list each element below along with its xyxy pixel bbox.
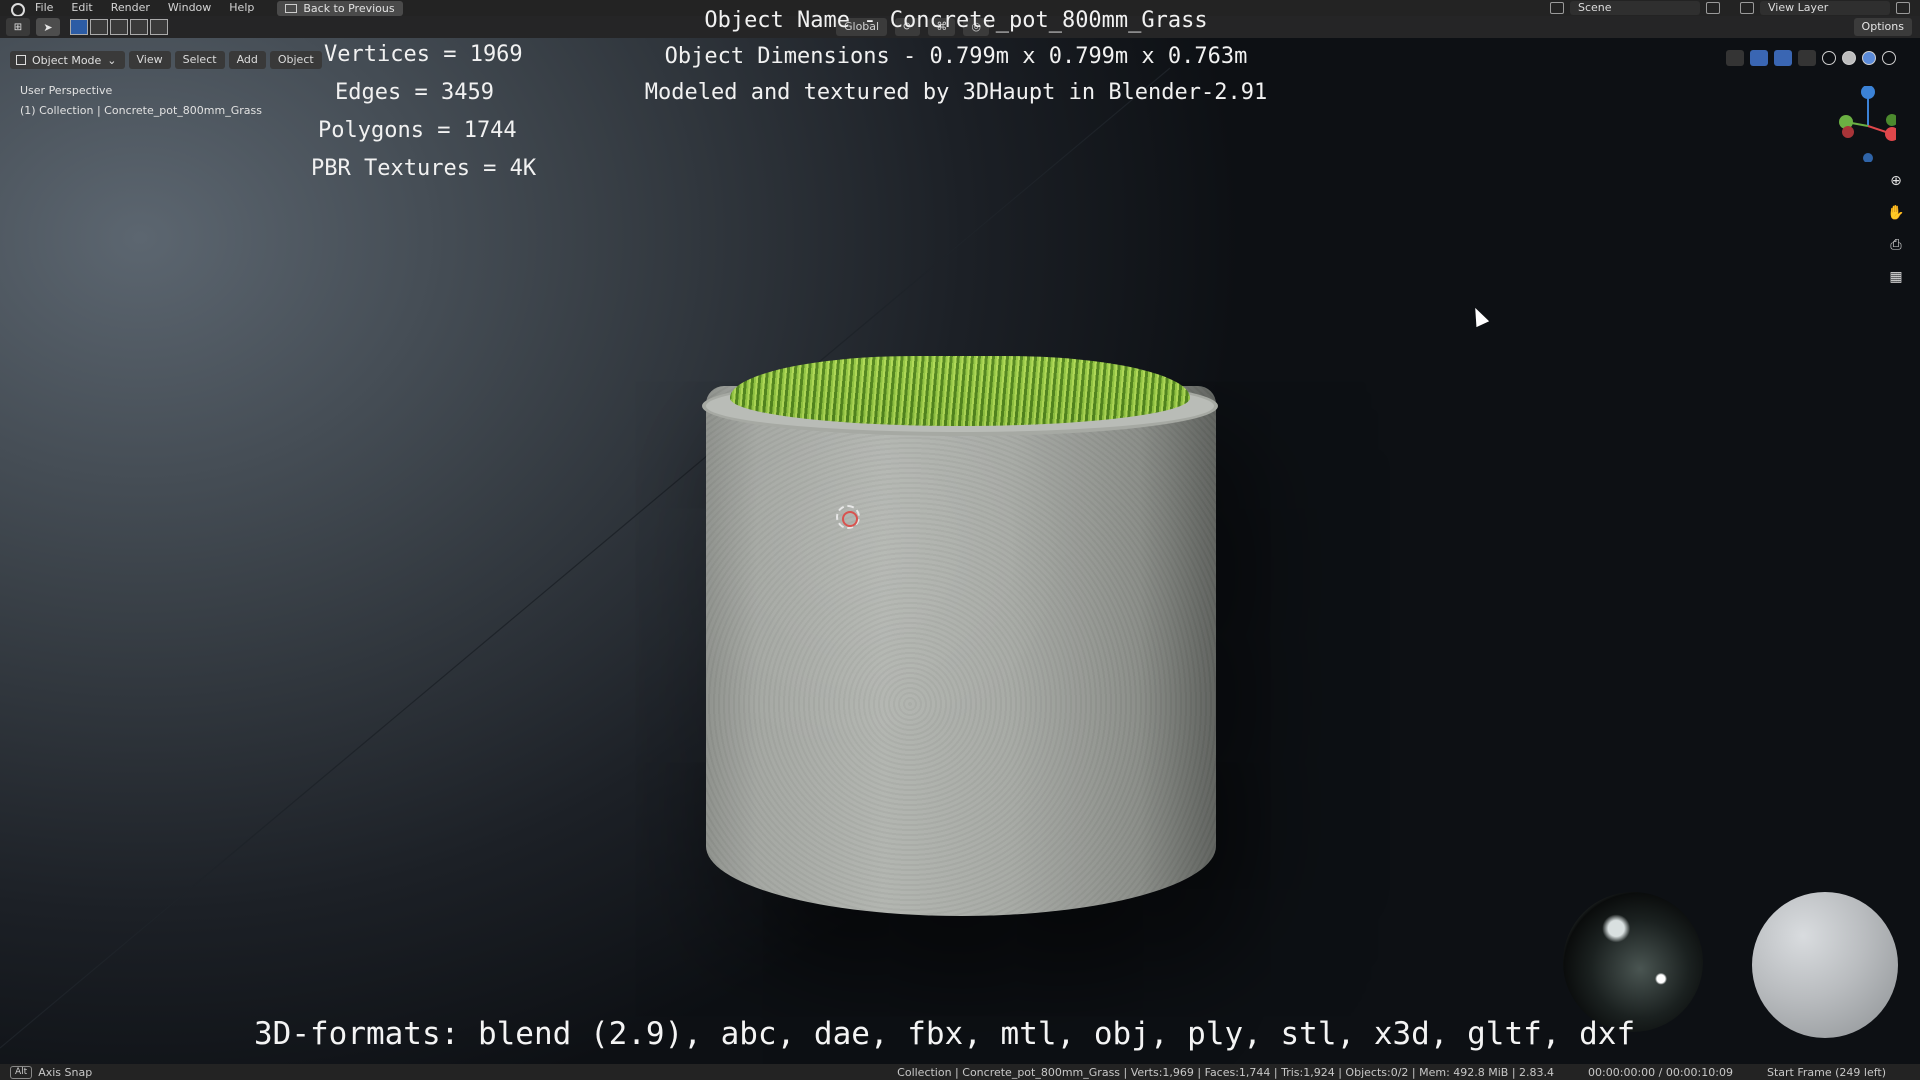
view-perspective-label: User Perspective bbox=[20, 84, 113, 97]
stat-vertices: Vertices = 1969 bbox=[324, 42, 523, 67]
view-layer-icon[interactable] bbox=[1740, 2, 1754, 14]
credits-text: Modeled and textured by 3DHaupt in Blend… bbox=[644, 80, 1268, 105]
chevron-down-icon: ⌄ bbox=[107, 53, 117, 67]
stat-polygons: Polygons = 1744 bbox=[318, 118, 517, 143]
menu-window[interactable]: Window bbox=[159, 0, 220, 16]
cursor-arrow-icon: ➤ bbox=[43, 20, 53, 34]
export-formats-text: 3D-formats: blend (2.9), abc, dae, fbx, … bbox=[254, 1016, 1636, 1052]
grass-patch bbox=[730, 356, 1190, 426]
3d-cursor-icon[interactable] bbox=[836, 505, 860, 529]
menu-add[interactable]: Add bbox=[228, 51, 266, 69]
axis-gizmo-icon bbox=[1839, 85, 1899, 163]
concrete-pot-object[interactable] bbox=[700, 348, 1220, 928]
perspective-toggle-icon[interactable]: ▦ bbox=[1884, 266, 1908, 288]
viewport-overlay-controls bbox=[1726, 50, 1896, 66]
navigation-gizmo[interactable] bbox=[1836, 85, 1899, 163]
stat-textures: PBR Textures = 4K bbox=[311, 156, 537, 181]
select-invert-icon[interactable] bbox=[130, 19, 148, 35]
menu-render[interactable]: Render bbox=[102, 0, 159, 16]
menu-help[interactable]: Help bbox=[220, 0, 263, 16]
solid-shading-icon[interactable] bbox=[1842, 51, 1856, 65]
menu-object[interactable]: Object bbox=[269, 51, 322, 69]
gizmo-toggle-icon[interactable] bbox=[1750, 50, 1768, 66]
new-scene-icon[interactable] bbox=[1706, 2, 1720, 14]
select-new-icon[interactable] bbox=[70, 19, 88, 35]
wireframe-shading-icon[interactable] bbox=[1822, 51, 1836, 65]
active-collection-label: (1) Collection | Concrete_pot_800mm_Gras… bbox=[20, 104, 262, 117]
menu-edit[interactable]: Edit bbox=[62, 0, 101, 16]
scene-name-field[interactable]: Scene bbox=[1570, 1, 1700, 15]
scene-icon[interactable] bbox=[1550, 2, 1564, 14]
viewport-nav-tools: ⊕ ✋ ⎙ ▦ bbox=[1884, 170, 1908, 288]
pot-body bbox=[706, 386, 1216, 916]
axis-snap-hint: Axis Snap bbox=[38, 1065, 93, 1079]
select-tool-button[interactable]: ➤ bbox=[36, 18, 60, 36]
alt-key-badge: Alt bbox=[10, 1065, 33, 1079]
playback-time: 00:00:00:00 / 00:00:10:09 bbox=[1588, 1065, 1733, 1079]
object-mode-dropdown[interactable]: Object Mode ⌄ bbox=[10, 51, 125, 69]
status-bar: Alt Axis Snap Collection | Concrete_pot_… bbox=[0, 1064, 1920, 1080]
scene-controls: Scene View Layer bbox=[1550, 1, 1920, 15]
rendered-shading-icon[interactable] bbox=[1882, 51, 1896, 65]
hdri-diffuse-sphere bbox=[1752, 892, 1898, 1038]
blender-logo-icon[interactable] bbox=[8, 0, 26, 17]
menu-view[interactable]: View bbox=[128, 51, 171, 69]
status-info-group: Collection | Concrete_pot_800mm_Grass | … bbox=[897, 1066, 1920, 1079]
visibility-icon[interactable] bbox=[1726, 50, 1744, 66]
editor-type-icon: ⊞ bbox=[13, 21, 23, 33]
xray-toggle-icon[interactable] bbox=[1798, 50, 1816, 66]
back-to-previous-button[interactable]: Back to Previous bbox=[277, 0, 403, 16]
object-mode-icon bbox=[16, 55, 26, 65]
material-preview-shading-icon[interactable] bbox=[1862, 51, 1876, 65]
stat-edges: Edges = 3459 bbox=[335, 80, 494, 105]
screen-icon bbox=[285, 3, 298, 13]
hdri-reflective-sphere bbox=[1563, 892, 1703, 1032]
object-mode-label: Object Mode bbox=[32, 53, 102, 67]
overlays-toggle-icon[interactable] bbox=[1774, 50, 1792, 66]
editor-type-button[interactable]: ⊞ bbox=[6, 18, 30, 36]
object-dimensions-text: Object Dimensions - 0.799m x 0.799m x 0.… bbox=[664, 44, 1248, 69]
menu-select[interactable]: Select bbox=[174, 51, 225, 69]
pan-hand-icon[interactable]: ✋ bbox=[1884, 202, 1908, 224]
select-subtract-icon[interactable] bbox=[110, 19, 128, 35]
zoom-icon[interactable]: ⊕ bbox=[1884, 170, 1908, 192]
options-dropdown[interactable]: Options bbox=[1853, 18, 1912, 36]
start-frame-info: Start Frame (249 left) bbox=[1766, 1065, 1886, 1079]
new-view-layer-icon[interactable] bbox=[1896, 2, 1910, 14]
select-extend-icon[interactable] bbox=[90, 19, 108, 35]
back-to-previous-label: Back to Previous bbox=[303, 1, 395, 15]
select-intersect-icon[interactable] bbox=[150, 19, 168, 35]
object-name-text: Object Name - Concrete_pot_800mm_Grass bbox=[704, 8, 1208, 33]
scene-statistics: Collection | Concrete_pot_800mm_Grass | … bbox=[897, 1065, 1555, 1079]
camera-view-icon[interactable]: ⎙ bbox=[1884, 234, 1908, 256]
menu-file[interactable]: File bbox=[26, 0, 62, 16]
view-layer-field[interactable]: View Layer bbox=[1760, 1, 1890, 15]
